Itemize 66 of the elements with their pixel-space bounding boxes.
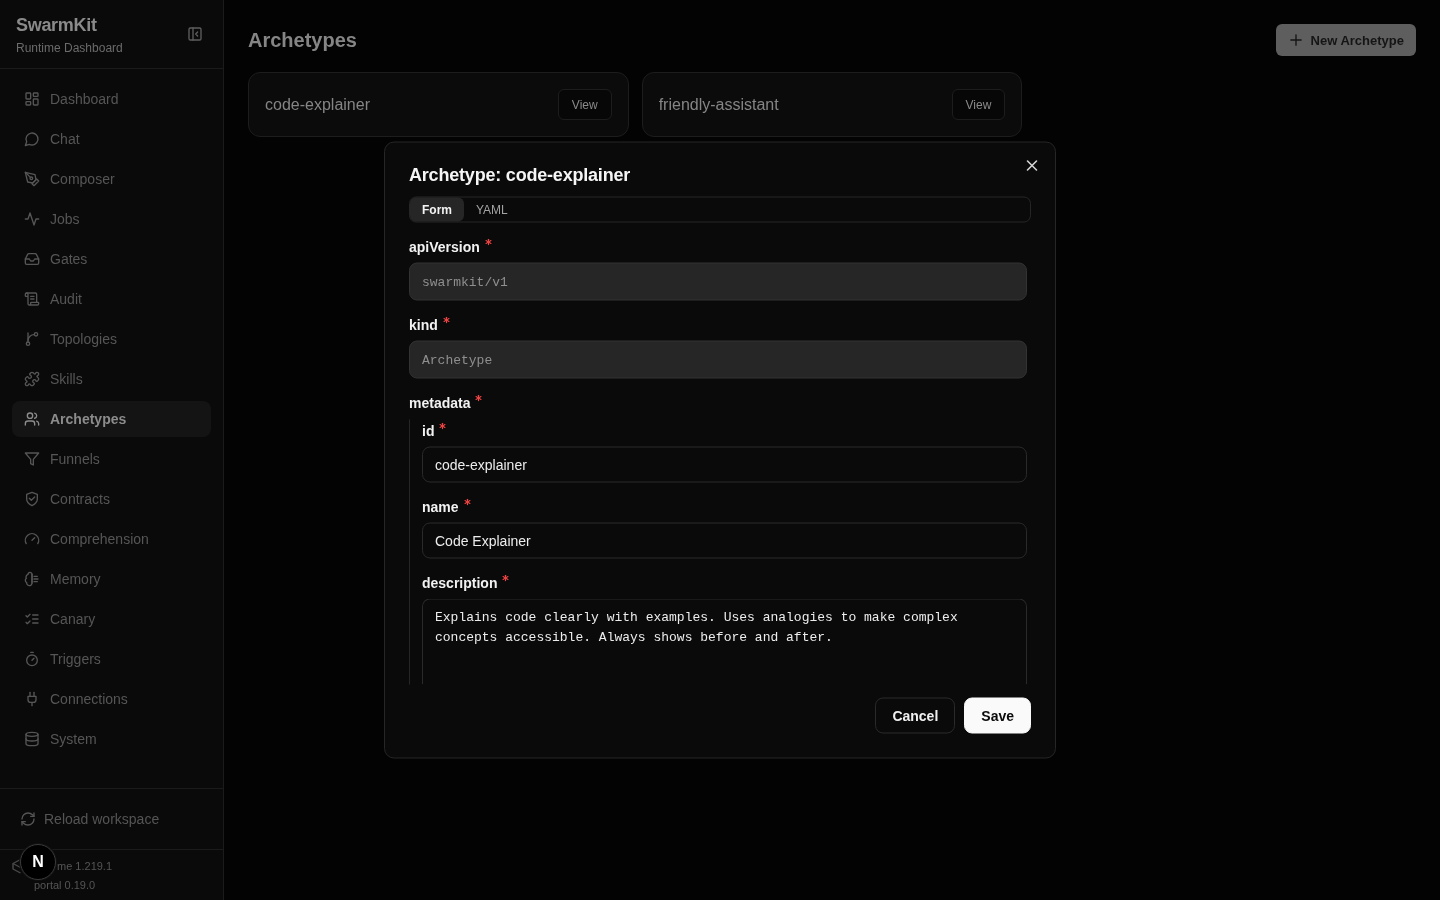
funnel-icon xyxy=(24,451,40,467)
nav-item[interactable]: Funnels xyxy=(12,441,211,477)
nav-item[interactable]: Jobs xyxy=(12,201,211,237)
textarea-field[interactable]: Explains code clearly with examples. Uses analogies to make complex concepts accessible. Always shows before and after. xyxy=(422,598,1027,685)
readonly-field[interactable]: Archetype xyxy=(409,340,1027,379)
field-label: apiVersion xyxy=(409,237,480,256)
brain-icon xyxy=(24,571,40,587)
scroll-icon xyxy=(24,291,40,307)
cube-icon xyxy=(12,857,21,874)
plus-icon xyxy=(1289,34,1302,46)
nav-item[interactable]: Archetypes xyxy=(12,401,211,437)
field-label: name xyxy=(422,497,459,516)
new-archetype-button[interactable]: New Archetype xyxy=(1275,24,1416,56)
app-subtitle: Runtime Dashboard xyxy=(16,40,123,56)
refresh-icon xyxy=(20,811,36,827)
version-text: portal 0.19.0 xyxy=(34,878,96,891)
nav-item[interactable]: Composer xyxy=(12,161,211,197)
nav-item[interactable]: Triggers xyxy=(12,641,211,677)
nav-item[interactable]: Connections xyxy=(12,681,211,717)
nav-item[interactable]: Dashboard xyxy=(12,81,211,117)
sidebar-collapse-icon[interactable] xyxy=(187,26,203,42)
input-field[interactable]: Code Explainer xyxy=(422,522,1027,559)
field-label: metadata xyxy=(409,393,471,412)
card-title: code-explainer xyxy=(265,95,370,114)
field-label: description xyxy=(422,573,498,592)
close-icon[interactable] xyxy=(1024,157,1040,174)
card-title: friendly-assistant xyxy=(658,95,779,114)
view-button[interactable]: View xyxy=(557,89,612,120)
checklist-icon xyxy=(24,611,40,627)
app-title: SwarmKit xyxy=(16,14,98,36)
grid-icon xyxy=(24,91,40,107)
dialog-title: Archetype: code-explainer xyxy=(409,163,632,187)
pen-icon xyxy=(24,171,40,187)
nav-item[interactable]: Audit xyxy=(12,281,211,317)
tab[interactable]: YAML xyxy=(464,197,520,222)
view-button[interactable]: View xyxy=(951,89,1006,120)
readonly-field[interactable]: swarmkit/v1 xyxy=(409,262,1027,301)
tab[interactable]: Form xyxy=(410,197,464,222)
cancel-button[interactable]: Cancel xyxy=(875,697,956,734)
nav-item[interactable]: Memory xyxy=(12,561,211,597)
page-title: Archetypes xyxy=(248,28,357,53)
nav-item[interactable]: Skills xyxy=(12,361,211,397)
nav-item[interactable]: Contracts xyxy=(12,481,211,517)
puzzle-icon xyxy=(24,371,40,387)
version-text: me 1.219.1 xyxy=(57,859,113,872)
shield-icon xyxy=(24,491,40,507)
nav-item[interactable]: Gates xyxy=(12,241,211,277)
chat-bubble-icon xyxy=(24,131,40,147)
plug-icon xyxy=(24,691,40,707)
nav-item[interactable]: Comprehension xyxy=(12,521,211,557)
nav-item[interactable]: Chat xyxy=(12,121,211,157)
inbox-icon xyxy=(24,251,40,267)
gauge-icon xyxy=(24,531,40,547)
users-icon xyxy=(24,411,40,427)
timer-icon xyxy=(24,651,40,667)
nav-item[interactable]: Canary xyxy=(12,601,211,637)
database-icon xyxy=(24,731,40,747)
input-field[interactable]: code-explainer xyxy=(422,446,1027,483)
nav-item[interactable]: Topologies xyxy=(12,321,211,357)
field-label: id xyxy=(422,421,435,440)
save-button[interactable]: Save xyxy=(964,697,1031,734)
field-label: kind xyxy=(409,315,438,334)
pulse-line-icon xyxy=(24,211,40,227)
branch-icon xyxy=(24,331,40,347)
nav-item[interactable]: System xyxy=(12,721,211,757)
reload-workspace-button[interactable]: Reload workspace xyxy=(12,801,168,837)
